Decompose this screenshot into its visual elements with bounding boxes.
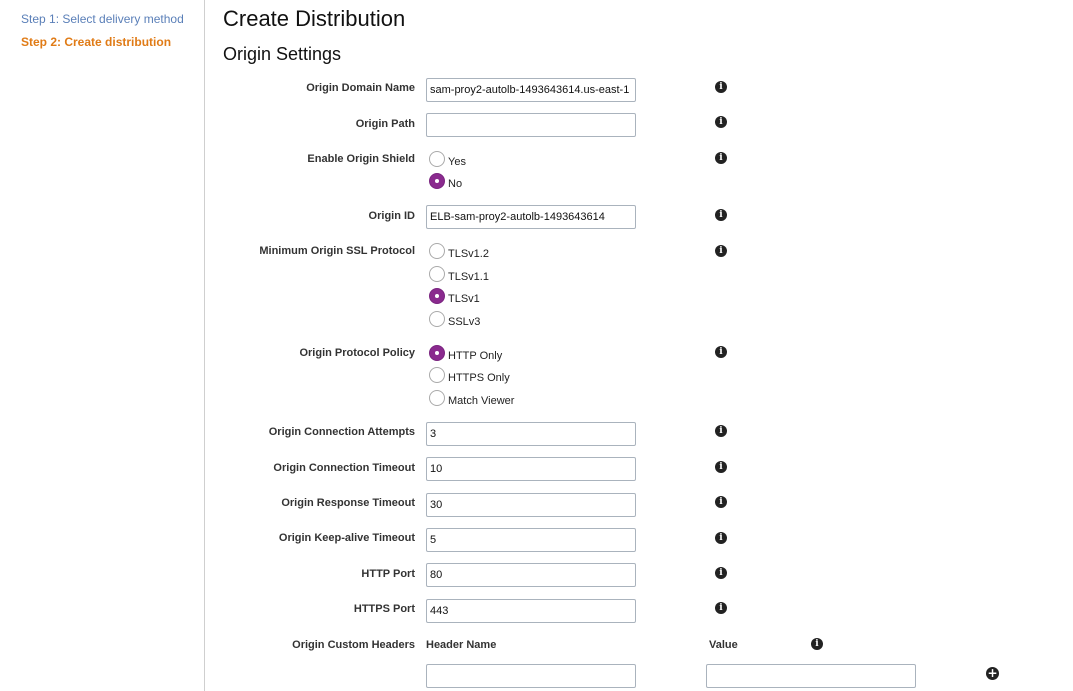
section-title: Origin Settings: [223, 44, 342, 64]
http-port-label: HTTP Port: [361, 568, 415, 580]
info-icon[interactable]: i: [715, 567, 727, 579]
header-value-column-label: Value: [709, 639, 738, 651]
http-port-input[interactable]: [426, 563, 636, 587]
connection-timeout-input[interactable]: [426, 457, 636, 481]
radio-button[interactable]: [429, 367, 445, 383]
info-icon[interactable]: i: [715, 245, 727, 257]
radio-label: No: [448, 178, 463, 190]
connection-timeout-label: Origin Connection Timeout: [273, 462, 415, 474]
info-icon[interactable]: i: [715, 425, 727, 437]
origin-path-label: Origin Path: [355, 118, 415, 130]
radio-label: TLSv1.2: [448, 248, 489, 260]
radio-button[interactable]: [429, 390, 445, 406]
main-content: Create Distribution Origin Settings Orig…: [206, 0, 1073, 691]
info-icon[interactable]: i: [715, 532, 727, 544]
https-port-input[interactable]: [426, 599, 636, 623]
response-timeout-input[interactable]: [426, 493, 636, 517]
wizard-sidebar: Step 1: Select delivery method Step 2: C…: [0, 0, 205, 691]
radio-button[interactable]: [429, 266, 445, 282]
radio-button-selected[interactable]: [429, 173, 445, 189]
https-port-label: HTTPS Port: [353, 603, 415, 615]
response-timeout-label: Origin Response Timeout: [281, 497, 415, 509]
origin-domain-name-input[interactable]: [426, 78, 636, 102]
connection-attempts-input[interactable]: [426, 422, 636, 446]
origin-path-input[interactable]: [426, 113, 636, 137]
info-icon[interactable]: i: [715, 602, 727, 614]
enable-origin-shield-label: Enable Origin Shield: [307, 153, 415, 165]
radio-button[interactable]: [429, 243, 445, 259]
radio-button-selected[interactable]: [429, 288, 445, 304]
radio-button[interactable]: [429, 151, 445, 167]
info-icon[interactable]: i: [715, 209, 727, 221]
origin-domain-name-label: Origin Domain Name: [306, 82, 415, 94]
info-icon[interactable]: i: [715, 496, 727, 508]
info-icon[interactable]: i: [715, 346, 727, 358]
connection-attempts-label: Origin Connection Attempts: [268, 426, 415, 438]
radio-label: HTTP Only: [448, 350, 503, 362]
header-name-input[interactable]: [426, 664, 636, 688]
radio-button-selected[interactable]: [429, 345, 445, 361]
origin-protocol-policy-label: Origin Protocol Policy: [299, 347, 415, 359]
radio-label: Match Viewer: [448, 395, 515, 407]
add-header-icon[interactable]: +: [986, 667, 999, 680]
info-icon[interactable]: i: [715, 152, 727, 164]
radio-label: TLSv1.1: [448, 271, 489, 283]
info-icon[interactable]: i: [715, 461, 727, 473]
step-2-current: Step 2: Create distribution: [21, 35, 172, 49]
origin-id-input[interactable]: [426, 205, 636, 229]
min-ssl-protocol-label: Minimum Origin SSL Protocol: [259, 245, 415, 257]
header-value-input[interactable]: [706, 664, 916, 688]
radio-label: Yes: [448, 156, 466, 168]
info-icon[interactable]: i: [811, 638, 823, 650]
radio-label: HTTPS Only: [448, 372, 510, 384]
info-icon[interactable]: i: [715, 81, 727, 93]
keepalive-timeout-input[interactable]: [426, 528, 636, 552]
origin-id-label: Origin ID: [368, 210, 415, 222]
step-1-link[interactable]: Step 1: Select delivery method: [21, 12, 184, 26]
radio-label: TLSv1: [448, 293, 480, 305]
keepalive-timeout-label: Origin Keep-alive Timeout: [278, 532, 415, 544]
header-name-column-label: Header Name: [426, 639, 497, 651]
page-title: Create Distribution: [223, 6, 406, 31]
info-icon[interactable]: i: [715, 116, 727, 128]
radio-button[interactable]: [429, 311, 445, 327]
custom-headers-label: Origin Custom Headers: [292, 639, 415, 651]
radio-label: SSLv3: [448, 316, 481, 328]
